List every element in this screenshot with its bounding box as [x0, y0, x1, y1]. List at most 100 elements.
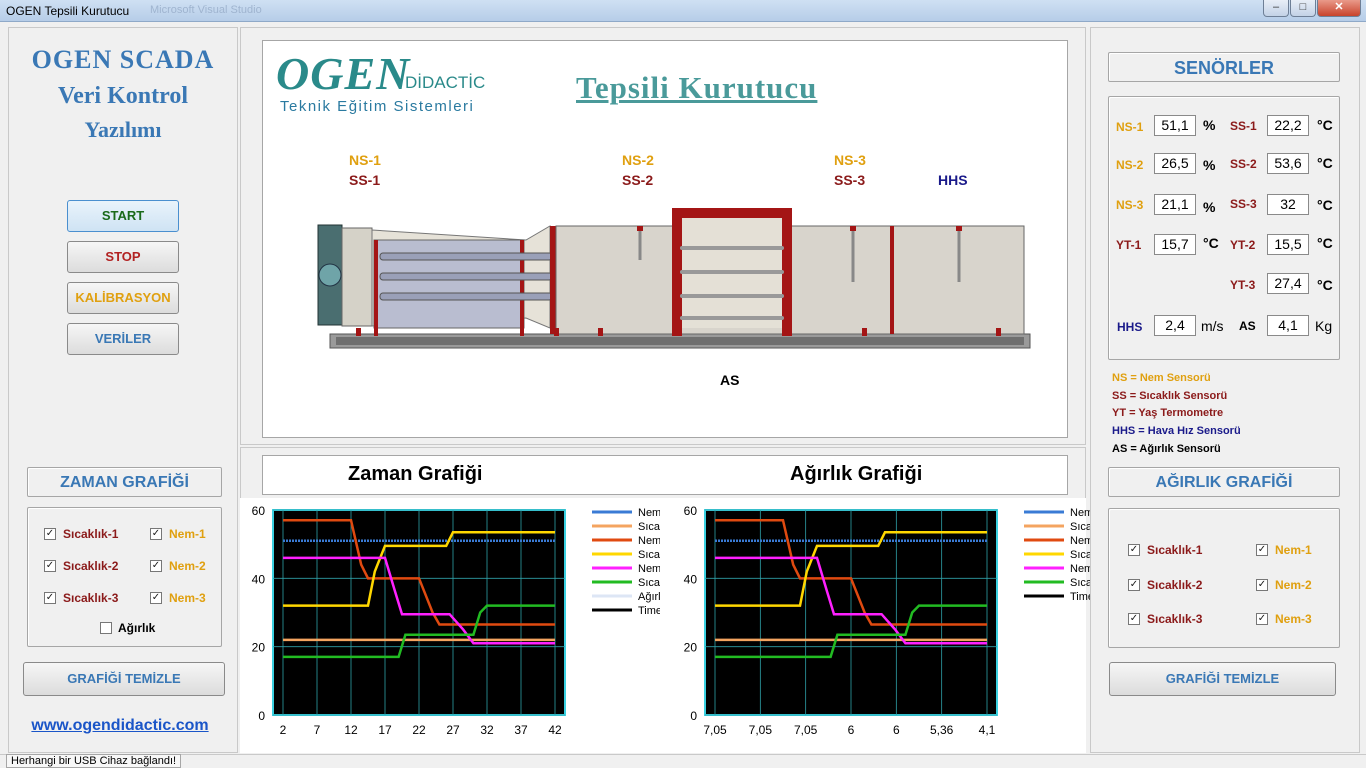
checkbox-agirlik-label: Ağırlık — [118, 621, 156, 635]
brand-logo: OGEN — [276, 48, 411, 99]
weight-x-tick-label: 4,1 — [979, 723, 996, 737]
weight-graph-header: AĞIRLIK GRAFİĞİ — [1108, 467, 1340, 497]
minimize-button[interactable]: – — [1263, 0, 1289, 17]
tray-3 — [680, 294, 784, 298]
maximize-button[interactable]: □ — [1290, 0, 1316, 17]
data-button[interactable]: VERİLER — [67, 323, 179, 355]
checkbox-sicaklik-3[interactable]: ✓ — [44, 592, 56, 604]
sensor-ns3-unit: % — [1203, 199, 1216, 215]
weight-y-tick-label: 0 — [690, 709, 697, 723]
ghost-window-title: Microsoft Visual Studio — [150, 4, 262, 16]
weight-checkbox-sicaklik-2[interactable]: ✓ — [1128, 579, 1140, 591]
checkbox-sicaklik-1-label: Sıcaklık-1 — [63, 527, 119, 541]
weight-checkbox-nem-2[interactable]: ✓ — [1256, 579, 1268, 591]
time-y-tick-label: 40 — [252, 572, 266, 586]
time-legend-label-nem3: Nem3 — [638, 563, 660, 575]
weight-checkbox-nem-1[interactable]: ✓ — [1256, 544, 1268, 556]
weight-legend-label-sicaklik3: Sıcaklık3 — [1070, 577, 1092, 589]
heater-tube-2 — [379, 272, 553, 281]
time-x-tick-label: 2 — [280, 723, 287, 737]
sensor-ss2-unit: °C — [1317, 155, 1333, 171]
checkbox-sicaklik-3-label: Sıcaklık-3 — [63, 591, 119, 605]
foot-1 — [356, 328, 361, 336]
app-title-line3: Yazılımı — [84, 117, 162, 142]
fan-cowl — [341, 227, 373, 327]
weight-checkbox-nem-3[interactable]: ✓ — [1256, 613, 1268, 625]
time-x-tick-label: 37 — [514, 723, 528, 737]
weight-chart-title: Ağırlık Grafiği — [790, 463, 923, 485]
status-text: Herhangi bir USB Cihaz bağlandı! — [6, 754, 182, 768]
checkbox-nem-2[interactable]: ✓ — [150, 560, 162, 572]
app-title-line2: Veri Kontrol — [58, 83, 188, 109]
fan-icon — [318, 263, 342, 287]
time-legend-label-sicaklik3: Sıcaklık3 — [638, 577, 660, 589]
time-graph-header: ZAMAN GRAFİĞİ — [27, 467, 222, 497]
sensor-as-unit: Kg — [1315, 318, 1333, 334]
tray-2 — [680, 270, 784, 274]
sensor-ns2-value: 26,5 — [1154, 153, 1196, 174]
probe-ss1-cap — [637, 226, 643, 231]
clear-weight-graph-button[interactable]: GRAFİĞİ TEMİZLE — [1109, 662, 1336, 696]
weight-x-tick-label: 6 — [848, 723, 855, 737]
checkbox-nem-1[interactable]: ✓ — [150, 528, 162, 540]
start-button[interactable]: START — [67, 200, 179, 232]
checkbox-sicaklik-2[interactable]: ✓ — [44, 560, 56, 572]
brand-subtitle: Teknik Eğitim Sistemleri — [280, 98, 475, 115]
sensor-yt3-label: YT-3 — [1230, 278, 1256, 292]
weight-checkbox-sicaklik-3[interactable]: ✓ — [1128, 613, 1140, 625]
time-x-tick-label: 42 — [548, 723, 562, 737]
sensor-yt3-value: 27,4 — [1267, 273, 1309, 294]
weight-x-tick-label: 7,05 — [703, 723, 727, 737]
time-legend-label-sicaklik1: Sıcaklık1 — [638, 521, 660, 533]
sensor-ns1-label: NS-1 — [1116, 120, 1144, 134]
sensor-ss3-label: SS-3 — [1230, 197, 1257, 211]
weight-legend-label-time: Time — [1070, 591, 1092, 603]
diagram-label-hhs: HHS — [938, 172, 968, 188]
time-chart: 27121722273237420204060Nem1Sıcaklık1Nem2… — [252, 504, 660, 737]
title-bar: OGEN Tepsili Kurutucu Microsoft Visual S… — [0, 0, 1366, 22]
checkbox-sicaklik-2-label: Sıcaklık-2 — [63, 559, 119, 573]
page-title: Tepsili Kurutucu — [576, 70, 818, 105]
weight-x-tick-label: 6 — [893, 723, 900, 737]
checkbox-sicaklik-1[interactable]: ✓ — [44, 528, 56, 540]
dryer-base-rail-inner — [336, 337, 1024, 345]
sensor-ss1-value: 22,2 — [1267, 115, 1309, 136]
weight-legend-label-nem2: Nem2 — [1070, 535, 1092, 547]
sensor-hhs-label: HHS — [1117, 320, 1143, 334]
checkbox-agirlik[interactable] — [100, 622, 112, 634]
heater-tube-1 — [379, 252, 553, 261]
close-button[interactable]: ✕ — [1317, 0, 1361, 17]
heater-flange-left — [374, 240, 378, 336]
brand-suffix: DİDACTİC — [405, 73, 486, 92]
clear-time-graph-button[interactable]: GRAFİĞİ TEMİZLE — [23, 662, 225, 696]
stop-button[interactable]: STOP — [67, 241, 179, 273]
calibration-button[interactable]: KALİBRASYON — [67, 282, 179, 314]
website-link[interactable]: www.ogendidactic.com — [10, 717, 230, 735]
diagram-label-ns1: NS-1 — [349, 152, 381, 168]
weight-y-tick-label: 60 — [684, 504, 698, 518]
time-x-tick-label: 12 — [344, 723, 358, 737]
weight-y-tick-label: 20 — [684, 641, 698, 655]
weight-checkbox-nem-3-label: Nem-3 — [1275, 612, 1312, 626]
diagram-label-ss2: SS-2 — [622, 172, 654, 188]
probe-ss3-cap — [850, 226, 856, 231]
sensor-yt3-unit: °C — [1317, 277, 1333, 293]
checkbox-nem-3[interactable]: ✓ — [150, 592, 162, 604]
time-chart-title: Zaman Grafiği — [348, 463, 483, 485]
time-legend-label-nem1: Nem1 — [638, 507, 660, 519]
sensor-yt2-value: 15,5 — [1267, 234, 1309, 255]
probe-hhs-cap — [956, 226, 962, 231]
weight-checkbox-sicaklik-1[interactable]: ✓ — [1128, 544, 1140, 556]
sensor-ns1-value: 51,1 — [1154, 115, 1196, 136]
sensor-yt2-label: YT-2 — [1230, 238, 1256, 252]
weight-legend-label-sicaklik2: Sıcaklık2 — [1070, 549, 1092, 561]
diagram-label-ns3: NS-3 — [834, 152, 866, 168]
sensor-ns3-label: NS-3 — [1116, 198, 1144, 212]
tray-4 — [680, 316, 784, 320]
weight-legend-label-nem1: Nem1 — [1070, 507, 1092, 519]
sensor-hhs-value: 2,4 — [1154, 315, 1196, 336]
section-flange-2 — [890, 226, 894, 334]
app-title-line1: OGEN SCADA — [31, 45, 215, 74]
weight-legend-label-nem3: Nem3 — [1070, 563, 1092, 575]
dryer-diagram — [317, 208, 1031, 349]
